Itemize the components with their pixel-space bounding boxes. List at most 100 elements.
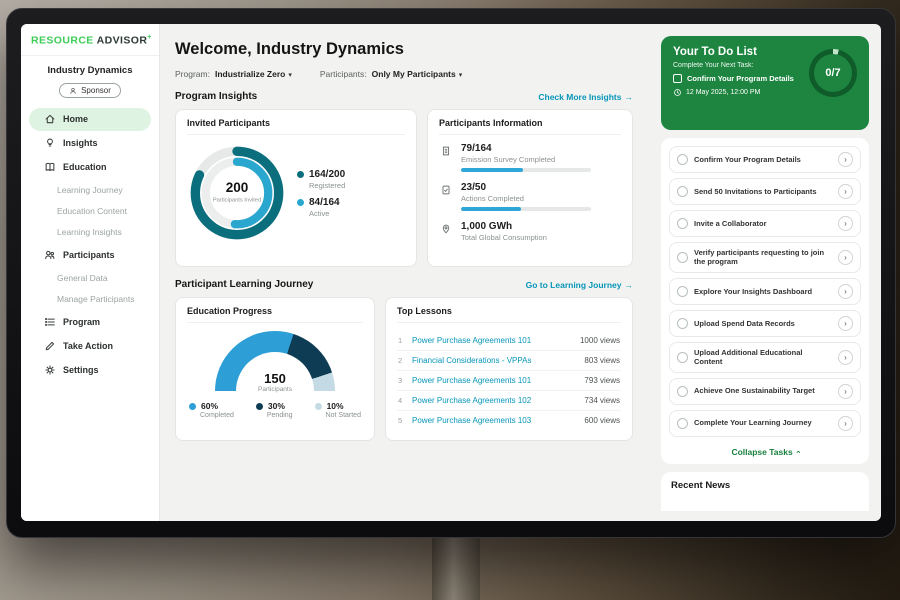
info-row: 79/164 Emission Survey Completed [439, 143, 621, 172]
book-icon [43, 161, 56, 174]
task-row[interactable]: Send 50 Invitations to Participants › [669, 178, 861, 205]
checkbox-icon[interactable] [677, 252, 688, 263]
lesson-link[interactable]: Power Purchase Agreements 102 [412, 396, 531, 405]
lesson-link[interactable]: Power Purchase Agreements 103 [412, 416, 531, 425]
info-value: 1,000 GWh [461, 221, 547, 232]
legend-dot [189, 403, 196, 410]
lesson-link[interactable]: Power Purchase Agreements 101 [412, 376, 531, 385]
legend-registered: 164/200 Registered [297, 169, 345, 190]
lesson-link[interactable]: Financial Considerations - VPPAs [412, 356, 531, 365]
sidebar-item-home[interactable]: Home [29, 108, 151, 131]
legend-completed: 60% Completed [189, 401, 234, 419]
chevron-right-icon[interactable]: › [838, 384, 853, 399]
sidebar-item-learning-journey[interactable]: Learning Journey [21, 180, 159, 201]
info-value: 23/50 [461, 182, 591, 193]
donut-center-value: 200 [226, 180, 249, 195]
task-label: Verify participants requesting to join t… [694, 248, 832, 267]
sidebar-item-insights[interactable]: Insights [29, 132, 151, 155]
sponsor-badge[interactable]: Sponsor [59, 83, 121, 98]
chevron-right-icon[interactable]: › [838, 416, 853, 431]
checkbox-icon[interactable] [677, 386, 688, 397]
todo-progress-value: 0/7 [825, 67, 840, 79]
checkbox-icon[interactable] [677, 352, 688, 363]
task-row[interactable]: Confirm Your Program Details › [669, 146, 861, 173]
lesson-link[interactable]: Power Purchase Agreements 101 [412, 336, 531, 345]
info-label: Actions Completed [461, 194, 591, 203]
chevron-down-icon: ▾ [288, 72, 292, 79]
chevron-right-icon[interactable]: › [838, 250, 853, 265]
sidebar-item-manage-participants[interactable]: Manage Participants [21, 289, 159, 310]
donut-center-label: Participants Invited [213, 197, 261, 203]
chevron-right-icon[interactable]: › [838, 284, 853, 299]
gauge-center-value: 150 [215, 372, 335, 386]
checkbox-icon[interactable] [677, 154, 688, 165]
sidebar-item-label: General Data [57, 273, 108, 283]
chevron-right-icon[interactable]: › [838, 152, 853, 167]
sidebar-item-learning-insights[interactable]: Learning Insights [21, 222, 159, 243]
task-label: Explore Your Insights Dashboard [694, 287, 812, 296]
list-icon [43, 316, 56, 329]
task-row[interactable]: Complete Your Learning Journey › [669, 410, 861, 437]
tasks-list-card: Confirm Your Program Details › Send 50 I… [661, 138, 869, 464]
checkbox-icon[interactable] [677, 418, 688, 429]
sidebar-item-education[interactable]: Education [29, 156, 151, 179]
program-filter[interactable]: Program:Industrialize Zero▾ [175, 69, 292, 79]
chevron-down-icon: ▾ [459, 72, 463, 79]
sidebar-item-general-data[interactable]: General Data [21, 268, 159, 289]
education-progress-card: Education Progress 150 Participants 60 [175, 297, 375, 441]
go-to-learning-journey-link[interactable]: Go to Learning Journey→ [526, 280, 633, 290]
lesson-rank: 1 [398, 336, 405, 345]
participants-filter[interactable]: Participants:Only My Participants▾ [320, 69, 462, 79]
sidebar-item-label: Education Content [57, 206, 127, 216]
monitor-bezel: RESOURCE ADVISOR+ Industry Dynamics Spon… [6, 8, 896, 538]
task-row[interactable]: Upload Spend Data Records › [669, 310, 861, 337]
sidebar-item-education-content[interactable]: Education Content [21, 201, 159, 222]
sidebar-item-label: Settings [63, 365, 99, 375]
progress-bar [461, 168, 591, 172]
brand-primary: RESOURCE [31, 35, 94, 47]
lesson-rank: 5 [398, 416, 405, 425]
todo-next-task[interactable]: Confirm Your Program Details [673, 74, 818, 83]
check-more-insights-link[interactable]: Check More Insights→ [538, 92, 633, 102]
checkbox-icon[interactable] [677, 286, 688, 297]
app-root: RESOURCE ADVISOR+ Industry Dynamics Spon… [21, 24, 881, 521]
checkbox-icon[interactable] [677, 186, 688, 197]
checkbox-icon[interactable] [677, 218, 688, 229]
sidebar-item-take-action[interactable]: Take Action [29, 335, 151, 358]
legend-dot [297, 171, 304, 178]
sponsor-badge-label: Sponsor [81, 86, 111, 95]
invited-donut-chart: 200 Participants Invited [187, 143, 287, 243]
chevron-right-icon[interactable]: › [838, 316, 853, 331]
brand-logo: RESOURCE ADVISOR+ [21, 24, 159, 56]
participants-information-card: Participants Information 79/164 Emission… [427, 109, 633, 267]
page-title: Welcome, Industry Dynamics [175, 40, 633, 59]
chevron-right-icon[interactable]: › [838, 350, 853, 365]
checklist-icon [439, 182, 453, 211]
sidebar-item-label: Learning Journey [57, 185, 123, 195]
lesson-row: 5 Power Purchase Agreements 103 600 view… [397, 411, 621, 430]
task-label: Upload Spend Data Records [694, 319, 795, 328]
checkbox-icon[interactable] [673, 74, 682, 83]
gear-icon [43, 364, 56, 377]
checkbox-icon[interactable] [677, 318, 688, 329]
info-row: 1,000 GWh Total Global Consumption [439, 221, 621, 246]
task-row[interactable]: Verify participants requesting to join t… [669, 242, 861, 273]
lesson-views: 734 views [584, 396, 620, 405]
recent-news-card: Recent News [661, 472, 869, 511]
task-row[interactable]: Explore Your Insights Dashboard › [669, 278, 861, 305]
sidebar-item-participants[interactable]: Participants [29, 244, 151, 267]
gauge-legend: 60% Completed 30% Pending 10% Not Starte… [187, 401, 363, 419]
sidebar-item-program[interactable]: Program [29, 311, 151, 334]
chevron-right-icon[interactable]: › [838, 184, 853, 199]
pencil-icon [43, 340, 56, 353]
photo-background: RESOURCE ADVISOR+ Industry Dynamics Spon… [0, 0, 900, 600]
task-row[interactable]: Upload Additional Educational Content › [669, 342, 861, 373]
task-row[interactable]: Achieve One Sustainability Target › [669, 378, 861, 405]
card-title: Participants Information [439, 118, 621, 135]
collapse-tasks-link[interactable]: Collapse Tasks› [669, 442, 861, 460]
donut-legend: 164/200 Registered 84/164 Active [297, 162, 345, 225]
chevron-right-icon[interactable]: › [838, 216, 853, 231]
task-row[interactable]: Invite a Collaborator › [669, 210, 861, 237]
task-label: Send 50 Invitations to Participants [694, 187, 817, 196]
sidebar-item-settings[interactable]: Settings [29, 359, 151, 382]
